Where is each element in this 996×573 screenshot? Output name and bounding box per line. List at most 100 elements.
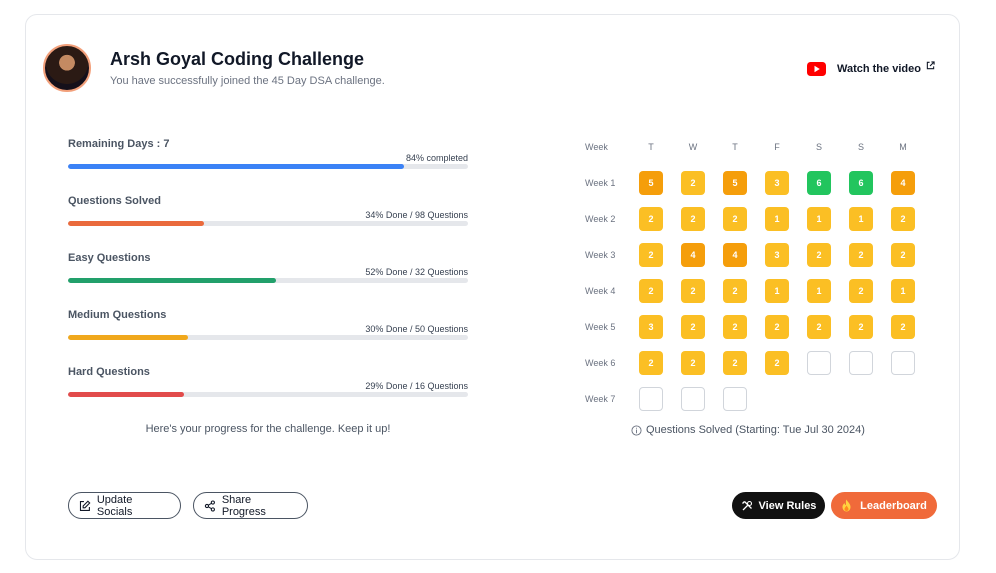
week-label: Week 5 — [585, 322, 616, 332]
day-header: S — [857, 142, 864, 152]
view-rules-button[interactable]: View Rules — [732, 492, 825, 519]
progress-track — [68, 335, 468, 340]
day-cell: 4 — [723, 243, 747, 267]
progress-label: Hard Questions — [68, 366, 150, 378]
day-cell: 1 — [807, 279, 831, 303]
day-cell: 2 — [639, 351, 663, 375]
external-link-icon[interactable] — [926, 61, 935, 70]
progress-label: Easy Questions — [68, 252, 151, 264]
week-label: Week 3 — [585, 250, 616, 260]
week-label: Week 1 — [585, 178, 616, 188]
edit-icon — [79, 499, 91, 511]
progress-fill — [68, 164, 404, 169]
tools-icon — [741, 500, 752, 510]
day-cell: 2 — [639, 243, 663, 267]
day-cell: 2 — [681, 207, 705, 231]
progress-track — [68, 392, 468, 397]
share-icon — [204, 499, 215, 512]
day-cell: 2 — [723, 315, 747, 339]
day-cell: 2 — [723, 279, 747, 303]
day-cell: 2 — [891, 315, 915, 339]
week-label: Week 6 — [585, 358, 616, 368]
day-cell: 1 — [891, 279, 915, 303]
day-cell — [849, 351, 873, 375]
progress-fill — [68, 392, 184, 397]
progress-label: Remaining Days : 7 — [68, 138, 170, 150]
day-cell: 6 — [849, 171, 873, 195]
fire-icon — [842, 499, 851, 512]
progress-footer: Here's your progress for the challenge. … — [145, 423, 391, 435]
day-cell: 2 — [765, 351, 789, 375]
progress-fill — [68, 335, 188, 340]
day-cell — [723, 387, 747, 411]
day-cell: 2 — [849, 315, 873, 339]
week-column-header: Week — [585, 142, 608, 152]
progress-status: 84% completed — [405, 153, 468, 163]
calendar-footer-text: Questions Solved (Starting: Tue Jul 30 2… — [646, 424, 865, 436]
week-label: Week 4 — [585, 286, 616, 296]
day-cell: 1 — [765, 279, 789, 303]
day-cell: 2 — [681, 315, 705, 339]
page-title: Arsh Goyal Coding Challenge — [110, 49, 365, 69]
day-header: T — [732, 142, 738, 152]
day-cell: 2 — [765, 315, 789, 339]
week-label: Week 2 — [585, 214, 616, 224]
day-header: W — [688, 142, 698, 152]
progress-fill — [68, 221, 204, 226]
day-header: F — [774, 142, 780, 152]
day-cell: 2 — [807, 315, 831, 339]
youtube-icon[interactable] — [807, 62, 826, 76]
day-cell: 2 — [681, 351, 705, 375]
page-subtitle: You have successfully joined the 45 Day … — [110, 75, 385, 87]
day-header: T — [648, 142, 654, 152]
progress-track — [68, 278, 468, 283]
progress-label: Questions Solved — [68, 195, 161, 207]
day-cell: 4 — [891, 171, 915, 195]
day-cell: 5 — [639, 171, 663, 195]
progress-status: 34% Done / 98 Questions — [365, 210, 468, 220]
day-cell — [639, 387, 663, 411]
day-cell — [891, 351, 915, 375]
share-progress-button[interactable]: Share Progress — [193, 492, 308, 519]
day-cell: 3 — [765, 243, 789, 267]
leaderboard-label: Leaderboard — [860, 499, 927, 512]
progress-fill — [68, 278, 276, 283]
progress-track — [68, 164, 468, 169]
progress-status: 29% Done / 16 Questions — [365, 381, 468, 391]
progress-label: Medium Questions — [68, 309, 167, 321]
day-cell: 5 — [723, 171, 747, 195]
info-icon — [631, 424, 642, 436]
day-cell: 2 — [849, 279, 873, 303]
progress-track — [68, 221, 468, 226]
day-header: M — [899, 142, 907, 152]
leaderboard-button[interactable]: Leaderboard — [831, 492, 937, 519]
view-rules-label: View Rules — [758, 499, 817, 512]
day-cell: 1 — [765, 207, 789, 231]
watch-video-link[interactable]: Watch the video — [837, 63, 921, 75]
avatar — [43, 44, 91, 92]
progress-status: 30% Done / 50 Questions — [365, 324, 468, 334]
day-cell: 2 — [681, 171, 705, 195]
calendar-footer: Questions Solved (Starting: Tue Jul 30 2… — [631, 424, 865, 436]
progress-status: 52% Done / 32 Questions — [365, 267, 468, 277]
day-cell: 2 — [891, 243, 915, 267]
day-cell: 1 — [807, 207, 831, 231]
day-cell: 2 — [723, 351, 747, 375]
day-cell: 1 — [849, 207, 873, 231]
week-label: Week 7 — [585, 394, 616, 404]
day-cell: 2 — [891, 207, 915, 231]
day-cell: 2 — [723, 207, 747, 231]
day-cell: 3 — [639, 315, 663, 339]
day-cell: 2 — [681, 279, 705, 303]
day-cell: 2 — [639, 279, 663, 303]
day-cell: 2 — [849, 243, 873, 267]
day-cell — [807, 351, 831, 375]
day-cell: 6 — [807, 171, 831, 195]
share-progress-label: Share Progress — [221, 493, 266, 518]
day-cell: 4 — [681, 243, 705, 267]
day-cell: 2 — [639, 207, 663, 231]
day-cell: 2 — [807, 243, 831, 267]
day-cell: 3 — [765, 171, 789, 195]
update-socials-button[interactable]: Update Socials — [68, 492, 181, 519]
day-header: S — [815, 142, 822, 152]
